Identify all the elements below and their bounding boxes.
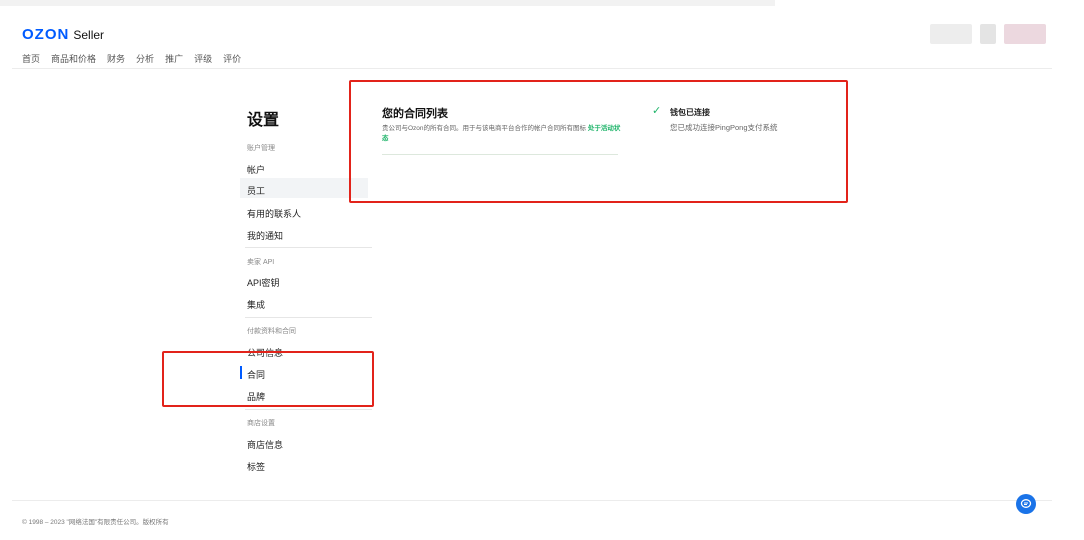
sidebar-divider — [245, 409, 372, 410]
nav-rating[interactable]: 评级 — [194, 52, 212, 65]
top-strip — [0, 0, 775, 6]
sidebar-divider — [245, 317, 372, 318]
account-badge[interactable] — [980, 24, 996, 44]
nav-analytics[interactable]: 分析 — [136, 52, 154, 65]
sidebar-item-notifications[interactable]: 我的通知 — [247, 229, 283, 242]
sidebar-item-store-info[interactable]: 商店信息 — [247, 438, 283, 451]
page-title: 设置 — [247, 112, 280, 129]
sidebar-item-employees[interactable]: 员工 — [247, 184, 265, 197]
sidebar-item-labels[interactable]: 标签 — [247, 460, 265, 473]
group-label-account: 账户管理 — [247, 145, 275, 152]
group-label-store: 商店设置 — [247, 420, 275, 427]
chat-icon — [1020, 499, 1032, 508]
logo-brand: OZON — [22, 26, 70, 43]
sidebar-item-contacts[interactable]: 有用的联系人 — [247, 207, 301, 220]
sidebar-item-account[interactable]: 帐户 — [247, 163, 265, 176]
group-label-payment: 付款资料和合同 — [247, 328, 296, 335]
sidebar-item-integrations[interactable]: 集成 — [247, 298, 265, 311]
account-avatar[interactable] — [930, 24, 972, 44]
logo-suffix: Seller — [73, 28, 105, 42]
ozon-seller-logo[interactable]: OZON Seller — [22, 26, 104, 43]
chat-button[interactable] — [1016, 494, 1036, 514]
header-divider — [12, 68, 1052, 69]
footer-divider — [12, 500, 1052, 501]
group-label-api: 卖家 API — [247, 259, 275, 266]
highlight-box-sidebar-contracts — [162, 351, 374, 407]
nav-reviews[interactable]: 评价 — [223, 52, 241, 65]
nav-finance[interactable]: 财务 — [107, 52, 125, 65]
nav-products-prices[interactable]: 商品和价格 — [51, 52, 96, 65]
account-menu[interactable] — [1004, 24, 1046, 44]
sidebar-divider — [245, 247, 372, 248]
sidebar-item-api-keys[interactable]: API密钥 — [247, 276, 280, 289]
nav-promotion[interactable]: 推广 — [165, 52, 183, 65]
footer-copyright: © 1998 – 2023 "网络法国"有限责任公司。版权所有 — [22, 519, 169, 526]
top-navigation: 首页 商品和价格 财务 分析 推广 评级 评价 — [22, 52, 241, 65]
highlight-box-contracts — [349, 80, 848, 203]
nav-home[interactable]: 首页 — [22, 52, 40, 65]
